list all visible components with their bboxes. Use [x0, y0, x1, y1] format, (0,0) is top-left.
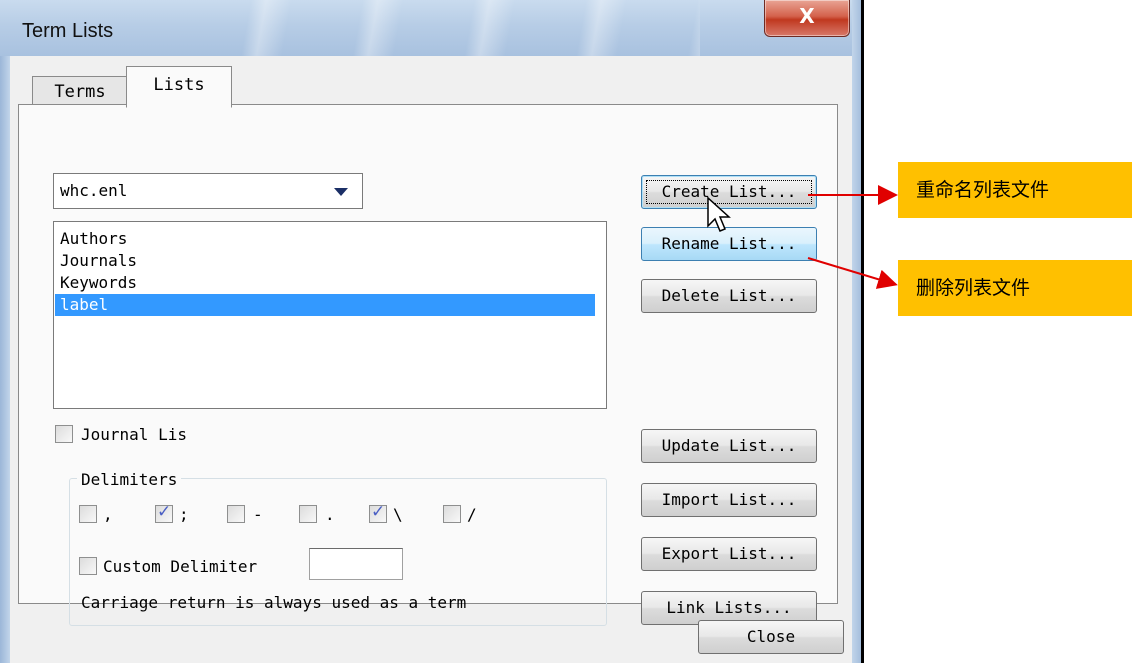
delete-annotation-callout: 删除列表文件 [898, 260, 1132, 316]
delete-annotation-arrow [807, 257, 898, 289]
rename-annotation-callout: 重命名列表文件 [898, 162, 1132, 218]
tab-lists-label: Lists [153, 75, 205, 95]
tab-lists[interactable]: Lists [126, 66, 232, 108]
